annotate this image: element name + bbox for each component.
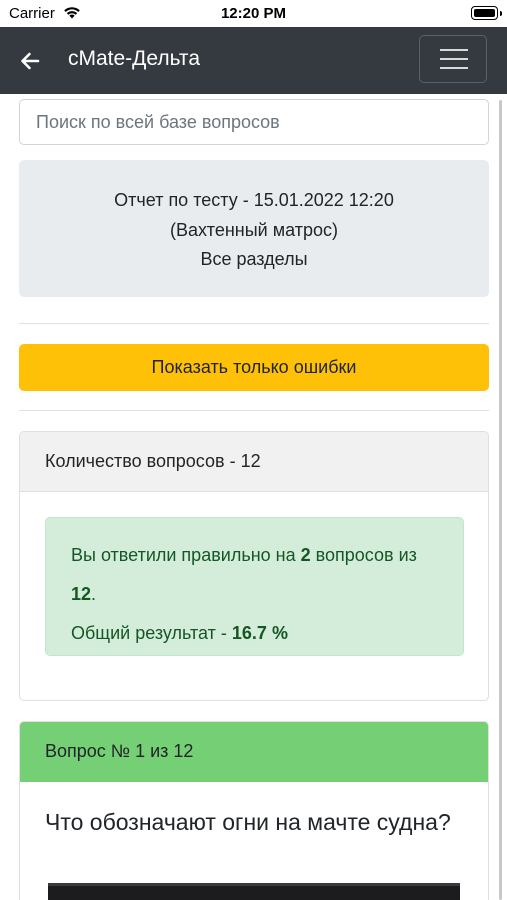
battery-icon	[471, 6, 502, 20]
scrollbar[interactable]	[499, 100, 502, 900]
summary-card: Количество вопросов - 12 Вы ответили пра…	[19, 431, 489, 701]
test-report-box: Отчет по тесту - 15.01.2022 12:20 (Вахте…	[19, 160, 489, 297]
arrow-left-icon[interactable]	[17, 48, 43, 74]
clock: 12:20 PM	[220, 5, 287, 22]
overall-result: Общий результат - 16.7 %	[71, 623, 288, 643]
report-sections: Все разделы	[200, 249, 308, 269]
summary-card-header: Количество вопросов - 12	[20, 432, 488, 492]
result-text: Вы ответили правильно на 2 вопросов из 1…	[71, 545, 417, 604]
report-position: (Вахтенный матрос)	[170, 219, 338, 240]
app-title: сMate-Дельта	[68, 47, 200, 70]
report-title: Отчет по тесту - 15.01.2022 12:20	[114, 190, 394, 210]
question-text: Что обозначают огни на мачте судна?	[45, 809, 451, 835]
show-errors-button[interactable]: Показать только ошибки	[19, 344, 489, 391]
status-bar: Carrier 12:20 PM	[0, 0, 507, 27]
question-image	[48, 883, 460, 900]
divider	[19, 410, 489, 411]
divider	[19, 323, 489, 324]
question-card-header: Вопрос № 1 из 12	[20, 722, 488, 782]
result-alert: Вы ответили правильно на 2 вопросов из 1…	[45, 517, 464, 656]
menu-toggle-button[interactable]	[419, 35, 487, 83]
total-count: 12	[71, 584, 92, 604]
correct-count: 2	[300, 545, 311, 565]
search-input[interactable]	[19, 99, 489, 145]
top-navbar: сMate-Дельта	[0, 27, 507, 94]
overall-percent: 16.7 %	[231, 623, 288, 643]
question-card: Вопрос № 1 из 12 Что обозначают огни на …	[19, 721, 489, 900]
